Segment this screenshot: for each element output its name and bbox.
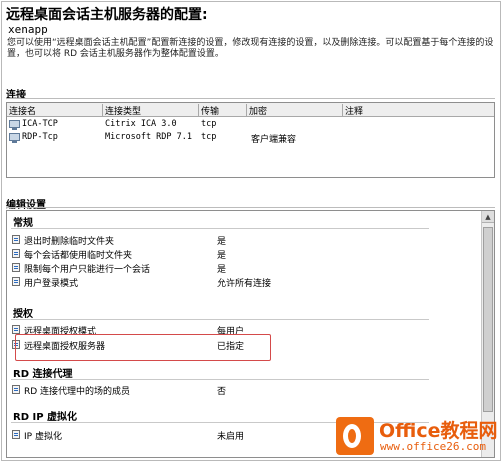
- highlight-annotation-box: [15, 334, 271, 361]
- connections-table-header: 连接名 连接类型 传输 加密 注释: [7, 103, 494, 117]
- office-logo-icon: [336, 417, 374, 455]
- connection-encryption-cell: 客户端兼容: [251, 135, 297, 145]
- setting-icon: [12, 385, 20, 394]
- connections-table: 连接名 连接类型 传输 加密 注释 ICA-TCP Citrix ICA 3.0…: [6, 102, 495, 178]
- setting-broker-farm-member[interactable]: RD 连接代理中的场的成员 否: [12, 384, 432, 397]
- page-description: 您可以使用“远程桌面会话主机配置”配置新连接的设置，修改现有连接的设置，以及删除…: [7, 38, 494, 59]
- setting-icon: [12, 235, 20, 244]
- setting-per-session-temp-folders[interactable]: 每个会话都使用临时文件夹 是: [12, 248, 432, 261]
- group-title-connection-broker: RD 连接代理: [13, 369, 73, 380]
- setting-icon: [12, 249, 20, 258]
- watermark-brand: Office教程网: [379, 420, 498, 442]
- connection-row-ica-tcp[interactable]: ICA-TCP Citrix ICA 3.0 tcp: [7, 118, 494, 131]
- column-header-name[interactable]: 连接名: [7, 104, 103, 117]
- group-title-licensing: 授权: [13, 309, 33, 320]
- group-divider: [11, 319, 429, 320]
- edit-settings-divider: [6, 207, 495, 208]
- connection-name-cell: ICA-TCP: [9, 119, 58, 130]
- edit-settings-heading: 编辑设置: [6, 200, 46, 211]
- group-title-general: 常规: [13, 218, 33, 229]
- connection-name-cell: RDP-Tcp: [9, 132, 58, 143]
- connection-type-cell: Citrix ICA 3.0: [105, 119, 177, 129]
- column-header-type[interactable]: 连接类型: [103, 104, 199, 117]
- setting-icon: [12, 263, 20, 272]
- server-name: xenapp: [8, 23, 48, 36]
- setting-single-session-per-user[interactable]: 限制每个用户只能进行一个会话 是: [12, 262, 432, 275]
- setting-icon: [12, 277, 20, 286]
- page-title: 远程桌面会话主机服务器的配置:: [6, 7, 208, 23]
- group-divider: [11, 228, 429, 229]
- watermark-url: www.office26.com: [380, 440, 486, 453]
- scroll-up-arrow-icon[interactable]: ▲: [482, 211, 494, 223]
- connection-transport-cell: tcp: [201, 119, 217, 129]
- scrollbar-thumb[interactable]: [483, 227, 493, 412]
- group-divider: [11, 379, 429, 380]
- group-title-ip-virtualization: RD IP 虚拟化: [13, 412, 78, 423]
- setting-icon: [12, 325, 20, 334]
- column-header-transport[interactable]: 传输: [199, 104, 247, 117]
- setting-delete-temp-folders[interactable]: 退出时删除临时文件夹 是: [12, 234, 432, 247]
- connection-row-rdp-tcp[interactable]: RDP-Tcp Microsoft RDP 7.1 tcp 客户端兼容: [7, 131, 494, 145]
- column-header-comment[interactable]: 注释: [343, 104, 495, 117]
- watermark-logo: Office教程网 www.office26.com: [336, 413, 500, 461]
- computer-icon: [9, 132, 20, 143]
- setting-user-logon-mode[interactable]: 用户登录模式 允许所有连接: [12, 276, 432, 289]
- column-header-encryption[interactable]: 加密: [247, 104, 343, 117]
- setting-icon: [12, 430, 20, 439]
- connections-divider: [6, 98, 495, 99]
- connection-transport-cell: tcp: [201, 132, 217, 142]
- connection-type-cell: Microsoft RDP 7.1: [105, 132, 192, 142]
- computer-icon: [9, 119, 20, 130]
